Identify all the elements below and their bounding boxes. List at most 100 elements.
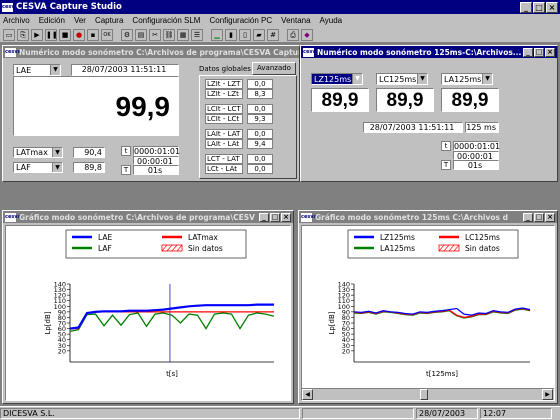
main-param-select[interactable]: LAE ▼: [13, 64, 61, 76]
step-icon[interactable]: ▪: [87, 28, 99, 41]
value1-display: 89,9: [311, 88, 369, 112]
horizontal-scrollbar[interactable]: ◀ ▶: [302, 388, 554, 400]
print-icon[interactable]: ⎙: [287, 28, 299, 41]
copy-icon[interactable]: ⎘: [17, 28, 29, 41]
table-icon[interactable]: ▦: [177, 28, 189, 41]
close-button[interactable]: ×: [545, 47, 555, 57]
advanced-label: LCT - LAT: [205, 154, 243, 164]
period-field: 125 ms: [465, 122, 499, 133]
chevron-down-icon: ▼: [352, 74, 362, 84]
maximize-button[interactable]: □: [270, 212, 280, 222]
cesva-logo-icon: cesva: [303, 47, 319, 57]
numeric-window-titlebar: cesva Numérico modo sonómetro C:\Archivo…: [3, 46, 299, 58]
graph-window-title: Gráfico modo sonómetro C:\Archivos de pr…: [19, 212, 255, 222]
gear-icon[interactable]: ⚙: [121, 28, 133, 41]
t-label: t: [121, 146, 131, 156]
x-axis-label: t[s]: [166, 370, 178, 378]
chart-bars-icon[interactable]: ▮: [225, 28, 237, 41]
chevron-down-icon: ▼: [52, 163, 62, 172]
series-line: [69, 303, 274, 330]
row1-param-select[interactable]: LATmax ▼: [13, 147, 63, 158]
numeric125-window-titlebar: cesva Numérico modo sonómetro 125ms-C:\A…: [301, 46, 557, 58]
numeric-icon[interactable]: #: [267, 28, 279, 41]
legend-label: Sin datos: [465, 244, 500, 253]
cesva-logo-icon: cesva: [301, 212, 317, 222]
row2-param-select[interactable]: LAF ▼: [13, 162, 63, 173]
maximize-button[interactable]: □: [534, 47, 544, 57]
legend-label: LATmax: [188, 233, 218, 242]
link-icon[interactable]: ⛓: [163, 28, 175, 41]
advanced-label: LCIt - LCT: [205, 104, 243, 114]
book-icon[interactable]: ◆: [301, 28, 313, 41]
ok-icon[interactable]: OK: [101, 28, 113, 41]
x-axis-label: t[125ms]: [426, 370, 458, 378]
status-company: DICESVA S.L.: [0, 408, 300, 419]
param3-select[interactable]: LA125ms ▼: [441, 73, 493, 85]
graph125-svg: LZ125ms LC125msLA125ms Sin datos1401301201…: [328, 229, 531, 378]
advanced-value: 0,0: [247, 104, 273, 114]
maximize-button[interactable]: □: [534, 212, 544, 222]
legend-swatch: [161, 244, 183, 252]
minimize-button[interactable]: _: [523, 47, 533, 57]
graph-svg: LAE LATmaxLAF Sin datos1401301201101009080…: [44, 229, 275, 378]
graph-window: cesva Gráfico modo sonómetro C:\Archivos…: [2, 210, 294, 404]
graph-window-titlebar: cesva Gráfico modo sonómetro C:\Archivos…: [3, 211, 293, 223]
minimize-button[interactable]: _: [259, 212, 269, 222]
play-icon[interactable]: ▶: [31, 28, 43, 41]
numeric-window-title: Numérico modo sonómetro C:\Archivos de p…: [19, 47, 299, 57]
close-button[interactable]: ×: [545, 212, 555, 222]
tab-advanced[interactable]: Avanzado: [252, 62, 296, 75]
menu-config-slm[interactable]: Configuración SLM: [132, 16, 200, 25]
advanced-value: 0,0: [247, 79, 273, 89]
value3-display: 89,9: [441, 88, 499, 112]
scroll-thumb[interactable]: [420, 389, 428, 400]
advanced-label: LZIt - LZt: [205, 89, 243, 99]
maximize-button[interactable]: □: [533, 1, 545, 13]
chevron-down-icon: ▼: [52, 148, 62, 157]
menu-edicion[interactable]: Edición: [39, 16, 65, 25]
pause-icon[interactable]: ❚❚: [45, 28, 58, 41]
advanced-value: 9,4: [247, 139, 273, 149]
minimize-button[interactable]: _: [523, 212, 533, 222]
menu-bar: Archivo Edición Ver Captura Configuració…: [0, 14, 560, 27]
paste-icon[interactable]: ▤: [135, 28, 147, 41]
menu-config-pc[interactable]: Configuración PC: [209, 16, 272, 25]
row2-value: 89,8: [73, 162, 105, 173]
histogram-icon[interactable]: ▰: [253, 28, 265, 41]
close-button[interactable]: ×: [281, 212, 291, 222]
param1-select[interactable]: LZ125ms ▼: [311, 73, 363, 85]
spectrum-icon[interactable]: ▯: [239, 28, 251, 41]
chart-line-icon[interactable]: ▁: [211, 28, 223, 41]
tab-panel: Datos globales Avanzado LZIt - LZT 0,0 LZI…: [199, 62, 297, 179]
stop-icon[interactable]: ■: [59, 28, 71, 41]
list-icon[interactable]: ☰: [191, 28, 203, 41]
close-button[interactable]: ×: [546, 1, 558, 13]
advanced-label: LCt - LAt: [205, 164, 243, 174]
minimize-button[interactable]: _: [520, 1, 532, 13]
param2-select[interactable]: LC125ms ▼: [376, 73, 428, 85]
app-titlebar: cesva CESVA Capture Studio _ □ ×: [0, 0, 560, 14]
menu-ayuda[interactable]: Ayuda: [320, 16, 343, 25]
tab-global[interactable]: Datos globales: [199, 64, 251, 75]
advanced-label: LCIt - LCt: [205, 114, 243, 124]
scroll-right-button[interactable]: ▶: [542, 389, 553, 400]
t-elapsed: 0000:01:01: [133, 146, 181, 156]
datetime-field: 28/07/2003 11:51:11: [363, 122, 463, 133]
menu-archivo[interactable]: Archivo: [3, 16, 30, 25]
menu-ver[interactable]: Ver: [74, 16, 86, 25]
open-icon[interactable]: ▭: [3, 28, 15, 41]
menu-ventana[interactable]: Ventana: [281, 16, 310, 25]
graph125-window-titlebar: cesva Gráfico modo sonómetro 125ms C:\Ar…: [299, 211, 557, 223]
advanced-value: 9,3: [247, 114, 273, 124]
cesva-logo-icon: cesva: [2, 2, 18, 12]
menu-captura[interactable]: Captura: [95, 16, 123, 25]
record-icon[interactable]: ●: [73, 28, 85, 41]
T-label: T: [441, 160, 451, 170]
y-axis-label: Lp[dB]: [328, 311, 336, 334]
legend-label: Sin datos: [188, 244, 223, 253]
legend-label: LAE: [98, 233, 112, 242]
tools-icon[interactable]: ✂: [149, 28, 161, 41]
scroll-left-button[interactable]: ◀: [302, 389, 313, 400]
t-step: 00:00:01: [453, 151, 499, 161]
legend-label: LA125ms: [380, 244, 415, 253]
